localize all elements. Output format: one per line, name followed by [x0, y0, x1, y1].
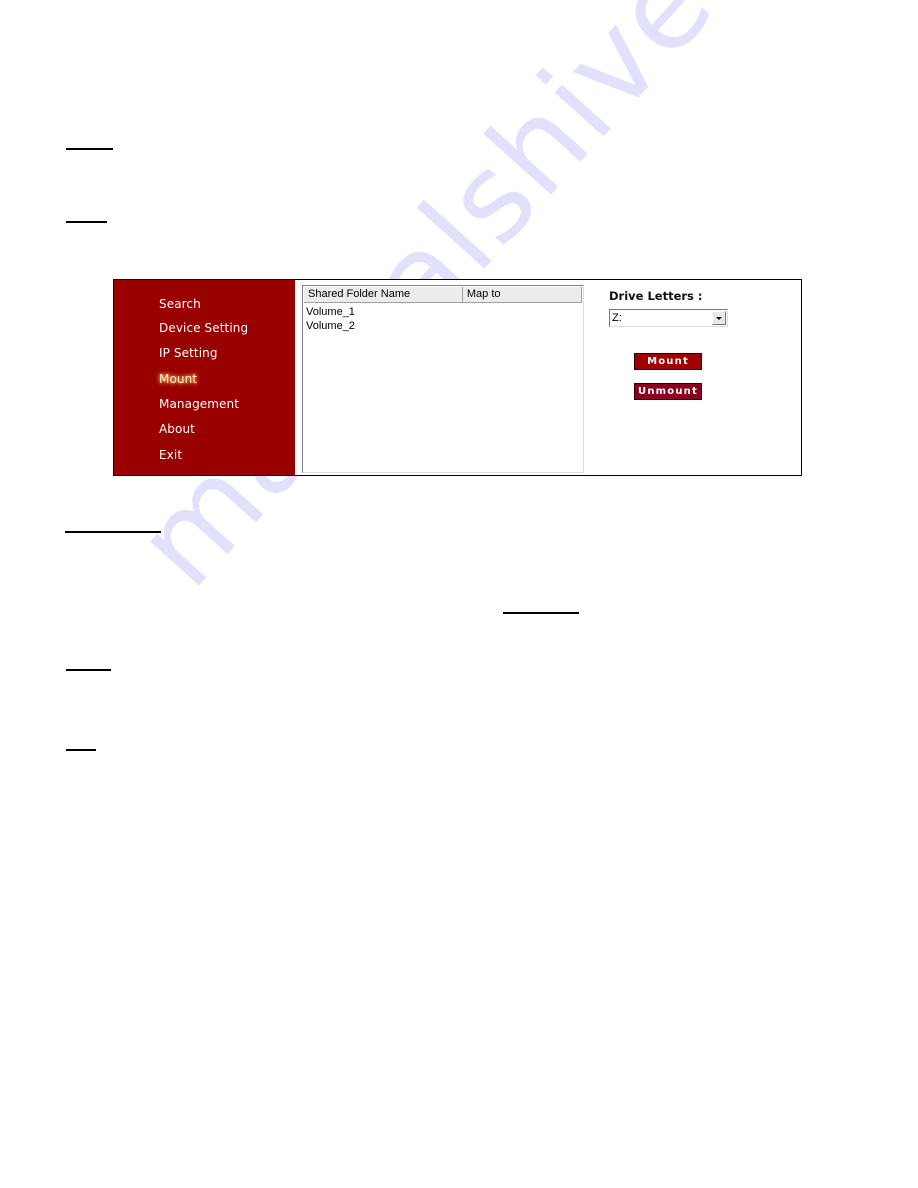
sidebar-item-ip-setting[interactable]: IP Setting — [159, 346, 218, 360]
column-header-map-to[interactable]: Map to — [463, 287, 582, 302]
drive-letter-select[interactable]: Z: — [609, 309, 728, 327]
drive-letters-label: Drive Letters : — [609, 289, 703, 303]
heading-underline-2 — [66, 221, 107, 223]
mount-button[interactable]: Mount — [634, 353, 702, 370]
sidebar-menu: Search Device Setting IP Setting Mount M… — [114, 280, 295, 475]
list-item[interactable]: Volume_1 — [306, 305, 355, 319]
sidebar-item-device-setting[interactable]: Device Setting — [159, 321, 248, 335]
column-header-shared-folder-name[interactable]: Shared Folder Name — [304, 287, 463, 302]
list-item[interactable]: Volume_2 — [306, 319, 355, 333]
list-header: Shared Folder Name Map to — [304, 287, 582, 303]
sidebar-item-about[interactable]: About — [159, 422, 195, 436]
sidebar-item-search[interactable]: Search — [159, 297, 201, 311]
sidebar-item-exit[interactable]: Exit — [159, 448, 182, 462]
shared-folder-list[interactable]: Shared Folder Name Map to Volume_1 Volum… — [302, 285, 584, 473]
heading-underline-1 — [66, 148, 113, 150]
heading-underline-5 — [66, 669, 111, 671]
drive-letter-value: Z: — [612, 312, 622, 324]
heading-underline-3 — [65, 531, 161, 533]
unmount-button[interactable]: Unmount — [634, 383, 702, 400]
heading-underline-6 — [66, 749, 96, 751]
list-rows: Volume_1 Volume_2 — [306, 305, 355, 333]
chevron-down-icon[interactable] — [712, 311, 726, 325]
heading-underline-4 — [503, 612, 579, 614]
sidebar-item-mount[interactable]: Mount — [159, 372, 197, 386]
mount-panel-screenshot: Search Device Setting IP Setting Mount M… — [113, 279, 802, 476]
sidebar-item-management[interactable]: Management — [159, 397, 239, 411]
